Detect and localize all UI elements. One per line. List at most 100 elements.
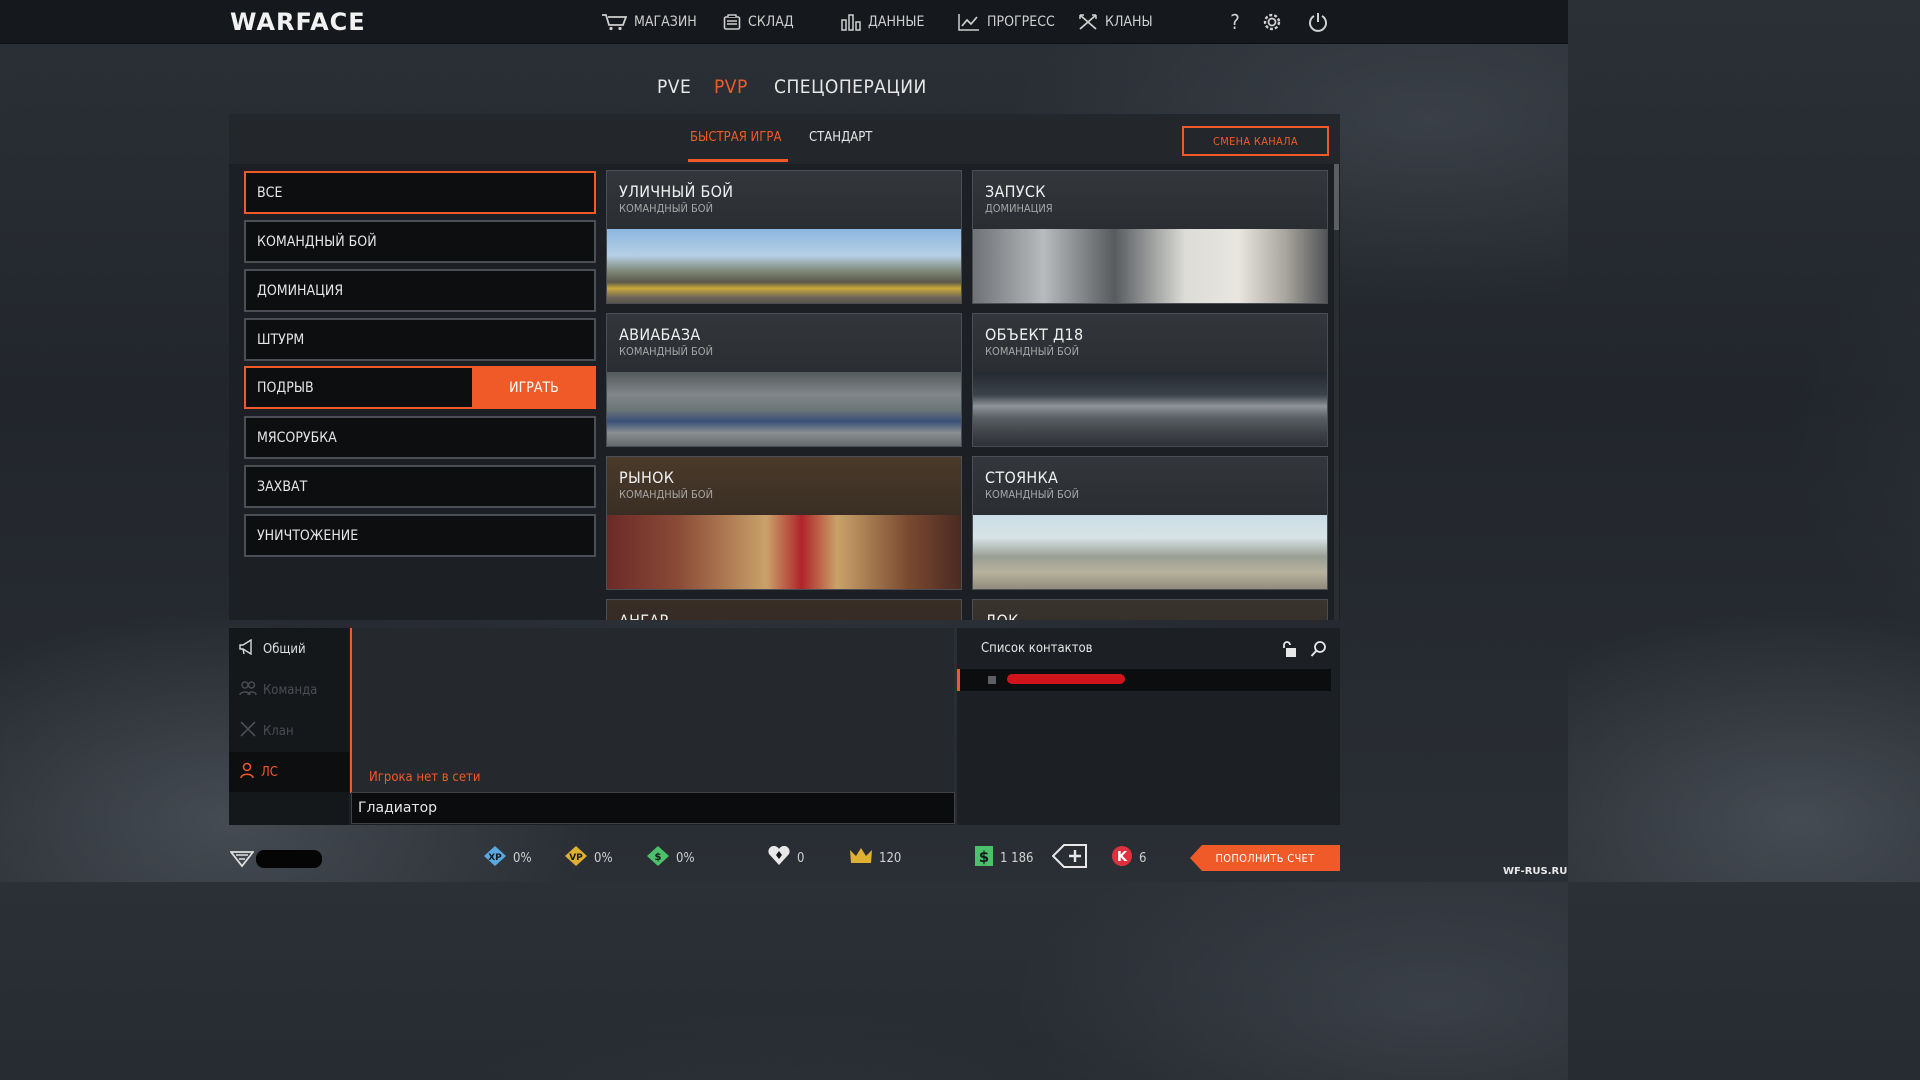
- lock-icon[interactable]: [1279, 640, 1299, 662]
- booster-vp-icon: VP: [564, 845, 588, 871]
- map-name: РЫНОК: [619, 468, 675, 487]
- game-logo: WARFACE: [230, 8, 366, 36]
- mode-item-domination[interactable]: ДОМИНАЦИЯ: [244, 269, 596, 312]
- map-mode: КОМАНДНЫЙ БОЙ: [985, 345, 1079, 358]
- change-channel-button[interactable]: СМЕНА КАНАЛА: [1182, 126, 1329, 156]
- map-mode: КОМАНДНЫЙ БОЙ: [619, 488, 713, 501]
- booster-vp: VP 0%: [564, 846, 613, 870]
- map-name: ЗАПУСК: [985, 182, 1046, 201]
- nav-storage[interactable]: СКЛАД: [723, 0, 794, 44]
- chat-tab-private[interactable]: ЛС: [229, 752, 349, 792]
- map-scroll-thumb[interactable]: [1334, 164, 1339, 230]
- map-card-street[interactable]: УЛИЧНЫЙ БОЙ КОМАНДНЫЙ БОЙ: [606, 170, 962, 304]
- nav-data[interactable]: ДАННЫЕ: [841, 0, 924, 44]
- nav-progress[interactable]: ПРОГРЕСС: [958, 0, 1055, 44]
- heart-value: 0: [797, 850, 805, 866]
- nav-data-label: ДАННЫЕ: [868, 14, 925, 30]
- money-counter: $ 1 186: [974, 846, 1033, 870]
- mode-item-storm[interactable]: ШТУРМ: [244, 318, 596, 361]
- map-mode: ДОМИНАЦИЯ: [985, 202, 1053, 215]
- svg-text:K: K: [1117, 850, 1128, 865]
- player-name-redacted: [256, 850, 322, 868]
- storage-icon: [723, 13, 741, 31]
- power-icon[interactable]: [1306, 10, 1330, 34]
- svg-text:XP: XP: [488, 853, 502, 863]
- mode-item-capture[interactable]: ЗАХВАТ: [244, 465, 596, 508]
- help-icon[interactable]: ?: [1223, 10, 1247, 34]
- contact-status-icon: [988, 676, 996, 684]
- nav-shop-label: МАГАЗИН: [634, 14, 697, 30]
- cart-icon: [601, 13, 627, 31]
- tab-quick-game[interactable]: БЫСТРАЯ ИГРА: [690, 130, 781, 145]
- chat-tab-general[interactable]: Общий: [229, 629, 349, 669]
- chat-tab-label: Команда: [263, 682, 318, 698]
- heart-icon: [767, 845, 791, 870]
- map-mode: КОМАНДНЫЙ БОЙ: [985, 488, 1079, 501]
- chat-tab-clan[interactable]: Клан: [229, 711, 349, 751]
- map-card-dock[interactable]: ДОК: [972, 599, 1328, 620]
- money-icon: $: [974, 845, 994, 871]
- chat-tab-label: ЛС: [261, 764, 278, 780]
- person-icon: [239, 762, 255, 782]
- map-card-airbase[interactable]: АВИАБАЗА КОМАНДНЫЙ БОЙ: [606, 313, 962, 447]
- clan-icon: [239, 721, 257, 741]
- tab-pve[interactable]: PVE: [657, 76, 691, 98]
- mode-item-all[interactable]: ВСЕ: [244, 171, 596, 214]
- tab-standard[interactable]: СТАНДАРТ: [809, 130, 872, 145]
- mode-item-meatgrinder[interactable]: МЯСОРУБКА: [244, 416, 596, 459]
- sub-tab-bar: [229, 114, 1340, 164]
- booster-money: $ 0%: [646, 846, 695, 870]
- tab-special-ops[interactable]: СПЕЦОПЕРАЦИИ: [774, 76, 927, 98]
- rank-icon: [229, 850, 255, 872]
- map-card-hangar[interactable]: АНГАР: [606, 599, 962, 620]
- svg-text:$: $: [979, 848, 989, 866]
- map-name: АНГАР: [619, 611, 668, 620]
- map-card-launch[interactable]: ЗАПУСК ДОМИНАЦИЯ: [972, 170, 1328, 304]
- active-tab-underline: [688, 159, 788, 162]
- contact-name-redacted: [1007, 674, 1125, 684]
- svg-text:VP: VP: [569, 853, 583, 863]
- nav-clans-label: КЛАНЫ: [1105, 14, 1153, 30]
- heart-counter: 0: [767, 845, 805, 870]
- progress-icon: [958, 13, 980, 31]
- search-icon[interactable]: [1310, 640, 1328, 662]
- chat-tab-team[interactable]: Команда: [229, 670, 349, 710]
- chat-tab-label: Клан: [263, 723, 294, 739]
- map-card-market[interactable]: РЫНОК КОМАНДНЫЙ БОЙ: [606, 456, 962, 590]
- crown-icon: [849, 846, 873, 870]
- map-grid: УЛИЧНЫЙ БОЙ КОМАНДНЫЙ БОЙ ЗАПУСК ДОМИНАЦ…: [600, 164, 1340, 620]
- kredits-icon: K: [1111, 845, 1133, 871]
- crown-value: 120: [879, 850, 902, 866]
- contact-row[interactable]: [957, 669, 1331, 691]
- map-name: АВИАБАЗА: [619, 325, 701, 344]
- map-preview: [607, 229, 961, 303]
- map-preview: [973, 515, 1327, 589]
- top-up-button[interactable]: ПОПОЛНИТЬ СЧЕТ: [1190, 845, 1340, 871]
- booster-xp-icon: XP: [483, 845, 507, 871]
- mode-item-destruction[interactable]: УНИЧТОЖЕНИЕ: [244, 514, 596, 557]
- map-name: СТОЯНКА: [985, 468, 1059, 487]
- tab-pvp[interactable]: PVP: [714, 76, 748, 98]
- nav-shop[interactable]: МАГАЗИН: [601, 0, 697, 44]
- contacts-title: Список контактов: [981, 641, 1093, 656]
- map-scroll-track[interactable]: [1334, 164, 1339, 620]
- map-name: ДОК: [985, 611, 1019, 620]
- booster-money-icon: $: [646, 845, 670, 871]
- map-card-parking[interactable]: СТОЯНКА КОМАНДНЫЙ БОЙ: [972, 456, 1328, 590]
- chat-input[interactable]: Гладиатор: [351, 792, 955, 824]
- map-mode: КОМАНДНЫЙ БОЙ: [619, 202, 713, 215]
- add-funds-icon-wrap[interactable]: [1051, 844, 1088, 872]
- svg-text:$: $: [655, 852, 662, 863]
- map-preview: [973, 229, 1327, 303]
- stats-icon: [841, 13, 861, 31]
- map-mode: КОМАНДНЫЙ БОЙ: [619, 345, 713, 358]
- team-icon: [239, 680, 257, 700]
- nav-clans[interactable]: КЛАНЫ: [1078, 0, 1153, 44]
- gear-icon[interactable]: [1260, 10, 1284, 34]
- mode-item-team-battle[interactable]: КОМАНДНЫЙ БОЙ: [244, 220, 596, 263]
- map-preview: [607, 515, 961, 589]
- nav-progress-label: ПРОГРЕСС: [987, 14, 1055, 30]
- map-card-object-d18[interactable]: ОБЪЕКТ Д18 КОМАНДНЫЙ БОЙ: [972, 313, 1328, 447]
- play-button[interactable]: ИГРАТЬ: [472, 366, 596, 409]
- add-icon[interactable]: [1051, 844, 1088, 872]
